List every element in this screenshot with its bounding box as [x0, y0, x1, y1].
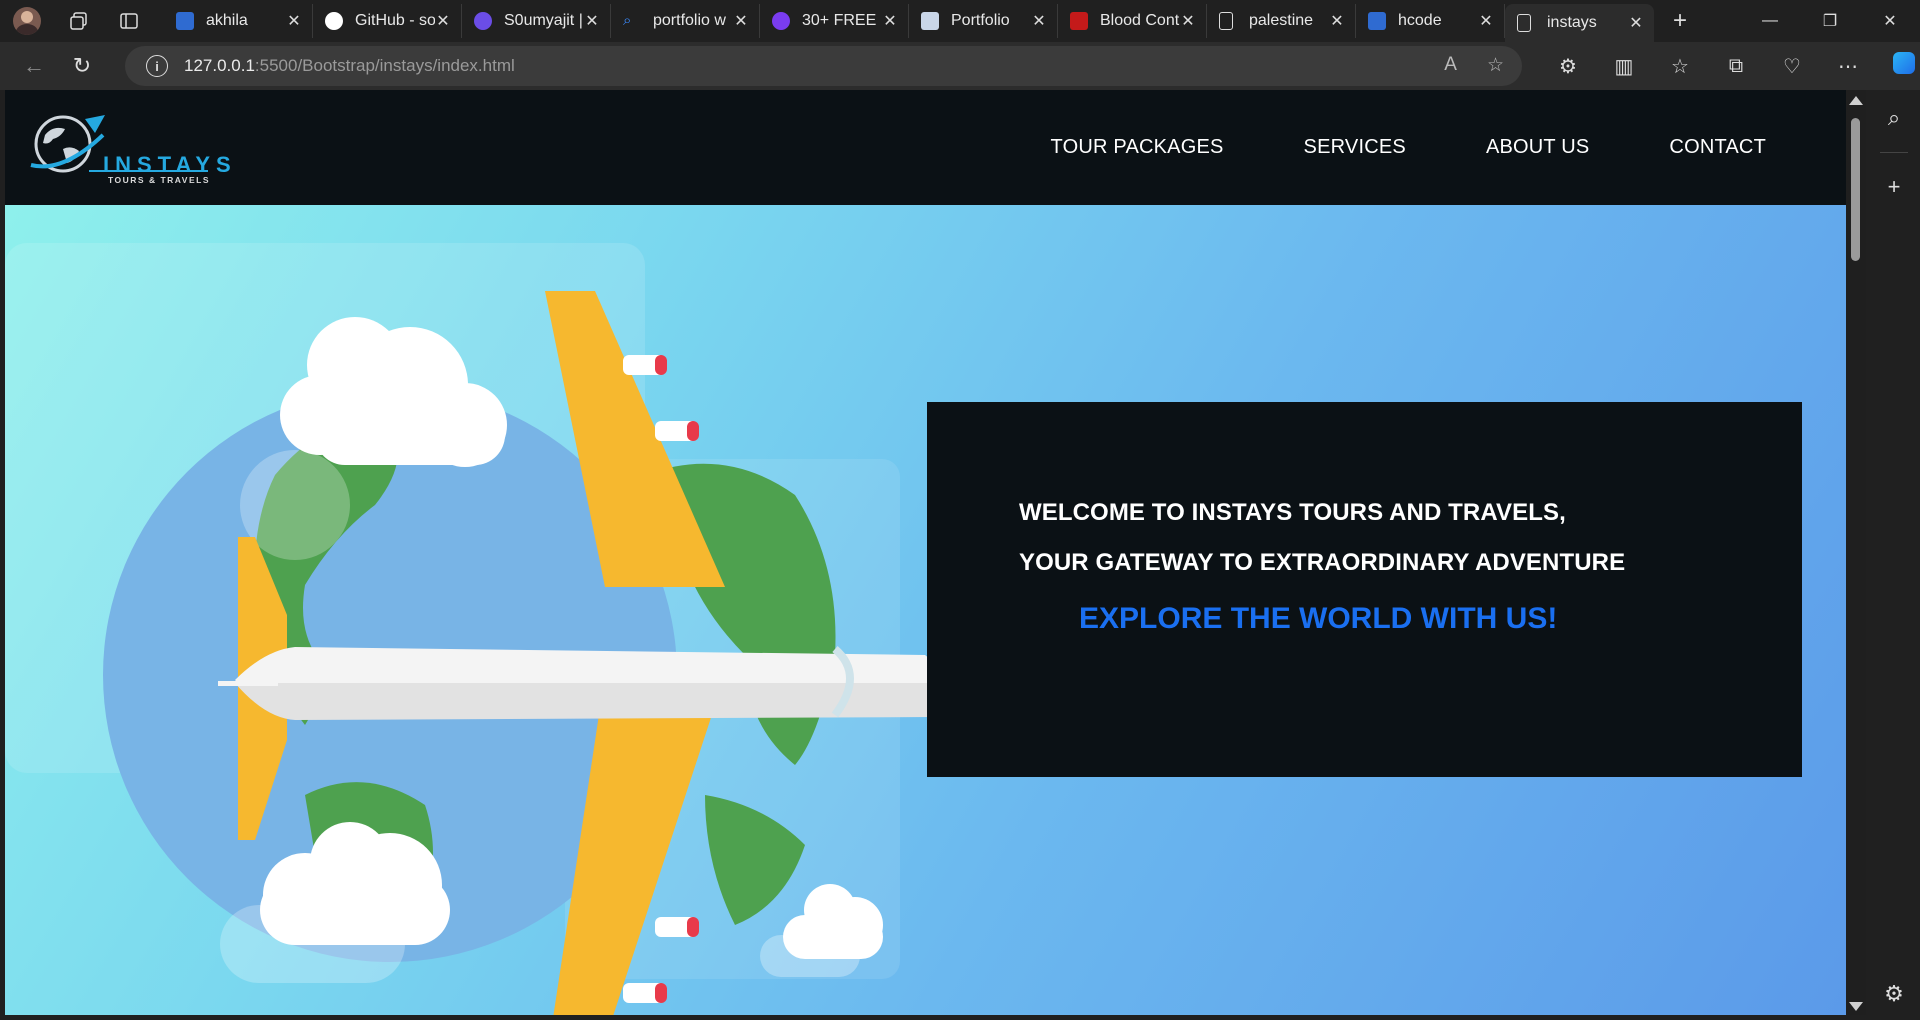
close-icon[interactable]: ✕: [286, 11, 302, 31]
reload-icon[interactable]: ↻: [62, 46, 102, 86]
url-text[interactable]: 127.0.0.1:5500/Bootstrap/instays/index.h…: [184, 56, 515, 76]
close-icon[interactable]: ✕: [1478, 11, 1494, 31]
close-window-icon[interactable]: ✕: [1860, 0, 1920, 42]
welcome-line-2: YOUR GATEWAY TO EXTRAORDINARY ADVENTURE: [1019, 549, 1626, 576]
tab-title: GitHub - so: [355, 12, 435, 29]
blood-logo-icon: [1070, 12, 1088, 30]
scroll-down-icon[interactable]: [1849, 1002, 1863, 1011]
app-window-icon: [176, 12, 194, 30]
tab-title: S0umyajit |: [504, 12, 583, 29]
sidebar-add-icon[interactable]: +: [1868, 165, 1920, 209]
airplane-globe-illustration: [5, 243, 956, 1015]
app-window-icon: [1368, 12, 1386, 30]
tab-title: portfolio w: [653, 12, 726, 29]
browser-toolbar: ← ↻ i 127.0.0.1:5500/Bootstrap/instays/i…: [0, 42, 1920, 90]
logo-tagline: TOURS & TRAVELS: [108, 175, 210, 185]
tab-title: akhila: [206, 12, 248, 29]
a-logo-icon: [772, 12, 790, 30]
tab-portfolio-search[interactable]: ⌕ portfolio w ✕: [611, 4, 760, 38]
tab-title: Portfolio: [951, 12, 1010, 29]
page-icon: [1517, 14, 1531, 32]
close-icon[interactable]: ✕: [1628, 13, 1644, 33]
toolbar-actions: ⚙ ▥ ☆ ⧉ ♡ ⋯: [1540, 46, 1920, 86]
new-tab-button[interactable]: +: [1660, 4, 1700, 38]
tab-title: instays: [1547, 14, 1597, 31]
nav-contact[interactable]: CONTACT: [1669, 136, 1766, 159]
tab-github[interactable]: GitHub - so ✕: [313, 4, 462, 38]
nav-tour-packages[interactable]: TOUR PACKAGES: [1051, 136, 1224, 159]
tab-strip: akhila ✕ GitHub - so ✕ S0umyajit | ✕ ⌕ p…: [0, 0, 1920, 42]
explore-heading: EXPLORE THE WORLD WITH US!: [1079, 602, 1558, 635]
window-controls: — ❐ ✕: [1740, 0, 1920, 42]
sidebar-search-icon[interactable]: ⌕: [1868, 96, 1920, 140]
nav-about-us[interactable]: ABOUT US: [1486, 136, 1589, 159]
search-icon: ⌕: [623, 12, 632, 29]
collections-icon[interactable]: ⧉: [1708, 55, 1764, 78]
favorites-icon[interactable]: ☆: [1652, 54, 1708, 79]
restore-icon[interactable]: ❐: [1800, 0, 1860, 42]
portfolio-icon: [921, 12, 939, 30]
close-icon[interactable]: ✕: [882, 11, 898, 31]
tab-title: Blood Cont: [1100, 12, 1180, 29]
nav-services[interactable]: SERVICES: [1304, 136, 1406, 159]
close-icon[interactable]: ✕: [1031, 11, 1047, 31]
page-viewport: INSTAYS TOURS & TRAVELS TOUR PACKAGES SE…: [5, 90, 1846, 1015]
address-bar[interactable]: i 127.0.0.1:5500/Bootstrap/instays/index…: [125, 46, 1522, 86]
welcome-text: WELCOME TO INSTAYS TOURS AND TRAVELS, YO…: [1019, 488, 1625, 588]
tab-portfolio[interactable]: Portfolio ✕: [909, 4, 1058, 38]
read-aloud-icon[interactable]: A: [1444, 54, 1457, 77]
tab-akhila[interactable]: akhila ✕: [164, 4, 313, 38]
workspaces-icon[interactable]: [64, 6, 94, 36]
tab-title: hcode: [1398, 12, 1442, 29]
sidebar-divider: [1880, 152, 1908, 153]
copilot-icon[interactable]: [1876, 52, 1920, 80]
minimize-icon[interactable]: —: [1740, 0, 1800, 42]
close-icon[interactable]: ✕: [584, 11, 600, 31]
tab-blood[interactable]: Blood Cont ✕: [1058, 4, 1207, 38]
tab-30-free[interactable]: 30+ FREE F ✕: [760, 4, 909, 38]
sidebar-settings-icon[interactable]: ⚙: [1868, 972, 1920, 1016]
back-icon[interactable]: ←: [14, 46, 54, 86]
welcome-line-1: WELCOME TO INSTAYS TOURS AND TRAVELS,: [1019, 499, 1566, 526]
tab-title: palestine: [1249, 12, 1314, 29]
extensions-icon[interactable]: ⚙: [1540, 54, 1596, 79]
tab-title: 30+ FREE F: [802, 12, 882, 29]
more-menu-icon[interactable]: ⋯: [1820, 54, 1876, 79]
hero-section: WELCOME TO INSTAYS TOURS AND TRAVELS, YO…: [5, 205, 1846, 1015]
main-menu: TOUR PACKAGES SERVICES ABOUT US CONTACT: [1051, 136, 1766, 159]
instays-logo[interactable]: INSTAYS TOURS & TRAVELS: [23, 105, 231, 185]
site-info-icon[interactable]: i: [146, 55, 168, 77]
github-icon: [325, 12, 343, 30]
close-icon[interactable]: ✕: [733, 11, 749, 31]
page-scrollbar[interactable]: [1846, 90, 1866, 1015]
tab-s0umyajit[interactable]: S0umyajit | ✕: [462, 4, 611, 38]
page-icon: [1219, 12, 1233, 30]
tab-actions-icon[interactable]: [114, 6, 144, 36]
browser-essentials-icon[interactable]: ♡: [1764, 54, 1820, 79]
site-navbar: INSTAYS TOURS & TRAVELS TOUR PACKAGES SE…: [5, 90, 1846, 205]
tab-hcode[interactable]: hcode ✕: [1356, 4, 1505, 38]
scroll-thumb[interactable]: [1851, 118, 1860, 261]
tab-palestine[interactable]: palestine ✕: [1207, 4, 1356, 38]
close-icon[interactable]: ✕: [1329, 11, 1345, 31]
favorite-star-icon[interactable]: ☆: [1487, 54, 1504, 77]
welcome-panel: WELCOME TO INSTAYS TOURS AND TRAVELS, YO…: [927, 402, 1802, 777]
edge-sidebar: ⌕ + ⚙: [1868, 90, 1920, 1020]
split-screen-icon[interactable]: ▥: [1596, 54, 1652, 79]
tab-instays[interactable]: instays ✕: [1505, 4, 1654, 42]
scroll-up-icon[interactable]: [1849, 96, 1863, 105]
tab-list: akhila ✕ GitHub - so ✕ S0umyajit | ✕ ⌕ p…: [164, 0, 1700, 42]
close-icon[interactable]: ✕: [1180, 11, 1196, 31]
profile-avatar[interactable]: [13, 7, 41, 35]
close-icon[interactable]: ✕: [435, 11, 451, 31]
circle-logo-icon: [474, 12, 492, 30]
